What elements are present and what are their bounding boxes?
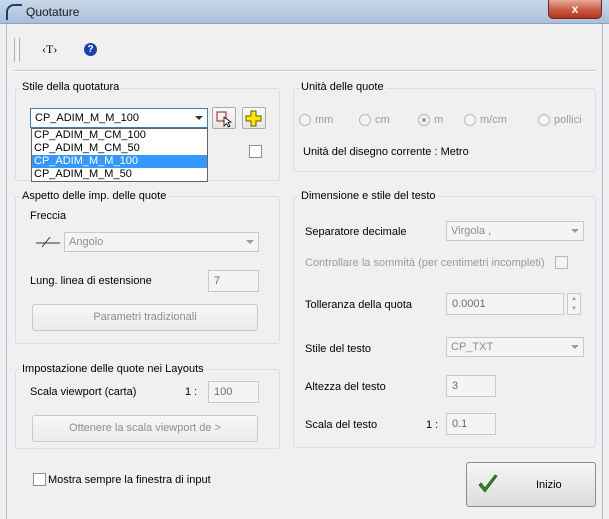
- lung-input[interactable]: 7: [208, 270, 259, 292]
- radio-pollici[interactable]: [538, 114, 550, 126]
- parametri-button[interactable]: Parametri tradizionali: [32, 304, 258, 331]
- scala-viewport-prefix: 1 :: [185, 386, 198, 398]
- toolbar-grip[interactable]: [14, 38, 18, 62]
- tolleranza-label: Tolleranza della quota: [305, 299, 413, 311]
- altezza-label: Altezza del testo: [305, 381, 386, 393]
- radio-cm-label: cm: [375, 114, 390, 126]
- chevron-down-icon: [246, 240, 254, 244]
- checkmark-icon: [478, 474, 498, 493]
- add-style-button[interactable]: [242, 107, 266, 129]
- radio-m-cm-label: m/cm: [480, 114, 507, 126]
- unita-group-title: Unità delle quote: [299, 81, 386, 93]
- stile-option[interactable]: CP_ADIM_M_M_50: [32, 168, 207, 181]
- lung-label: Lung. linea di estensione: [30, 275, 152, 287]
- stile-option[interactable]: CP_ADIM_M_CM_100: [32, 129, 207, 142]
- radio-cm[interactable]: [359, 114, 371, 126]
- unita-group: [293, 88, 596, 172]
- close-button[interactable]: x: [548, 0, 602, 19]
- spin-up-icon[interactable]: ▲: [568, 294, 580, 304]
- radio-m[interactable]: [418, 114, 430, 126]
- mostra-label: Mostra sempre la finestra di input: [48, 474, 211, 486]
- chevron-down-icon: [195, 116, 203, 120]
- altezza-input[interactable]: 3: [446, 375, 496, 397]
- scala-testo-label: Scala del testo: [305, 419, 378, 431]
- stile-testo-combo[interactable]: CP_TXT: [446, 337, 584, 357]
- controllare-label: Controllare la sommità (per centimetri i…: [305, 257, 545, 269]
- radio-mm-label: mm: [315, 114, 334, 126]
- stile-option-selected[interactable]: CP_ADIM_M_M_100: [32, 155, 207, 168]
- stile-option-checkbox[interactable]: [249, 145, 262, 158]
- stile-testo-combo-value: CP_TXT: [451, 341, 494, 353]
- stile-combo-value: CP_ADIM_M_M_100: [35, 112, 139, 124]
- radio-m-label: m: [434, 114, 444, 126]
- stile-option[interactable]: CP_ADIM_M_CM_50: [32, 142, 207, 155]
- title-bar: Quotature x: [0, 0, 609, 24]
- inizio-button[interactable]: Inizio: [466, 462, 596, 507]
- stile-dropdown-list: CP_ADIM_M_CM_100 CP_ADIM_M_CM_50 CP_ADIM…: [31, 128, 208, 182]
- stile-combo[interactable]: CP_ADIM_M_M_100: [30, 108, 208, 128]
- app-icon: [6, 4, 22, 20]
- unita-corrente-text: Unità del disegno corrente : Metro: [303, 146, 469, 158]
- layouts-group-title: Impostazione delle quote nei Layouts: [20, 363, 206, 375]
- inizio-label: Inizio: [536, 479, 562, 491]
- plus-icon: [245, 110, 262, 127]
- select-style-button[interactable]: [212, 107, 236, 129]
- arrow-type-icon: [36, 236, 60, 248]
- scala-testo-input[interactable]: 0.1: [446, 413, 496, 435]
- dimensione-group-title: Dimensione e stile del testo: [299, 190, 438, 202]
- scala-testo-prefix: 1 :: [426, 419, 439, 431]
- stile-group-title: Stile della quotatura: [20, 81, 122, 93]
- tolleranza-input[interactable]: 0.0001: [446, 293, 564, 315]
- radio-pollici-label: pollici: [554, 114, 582, 126]
- mostra-checkbox[interactable]: [33, 473, 46, 486]
- window-title: Quotature: [26, 5, 80, 19]
- scala-viewport-input[interactable]: 100: [208, 381, 259, 403]
- ottenere-scala-button[interactable]: Ottenere la scala viewport de >: [32, 415, 258, 442]
- chevron-down-icon: [571, 345, 579, 349]
- controllare-checkbox[interactable]: [555, 256, 568, 269]
- radio-mm[interactable]: [299, 114, 311, 126]
- help-icon[interactable]: ?: [84, 43, 97, 56]
- aspetto-group-title: Aspetto delle imp. delle quote: [20, 190, 169, 202]
- separatore-combo[interactable]: Virgola ,: [446, 221, 584, 241]
- radio-m-cm[interactable]: [464, 114, 476, 126]
- freccia-combo-value: Angolo: [69, 236, 104, 248]
- freccia-combo[interactable]: Angolo: [64, 232, 259, 252]
- pick-cursor-icon: [216, 111, 233, 128]
- separatore-label: Separatore decimale: [305, 226, 407, 238]
- tolleranza-spinner[interactable]: ▲ ▼: [567, 293, 581, 315]
- stile-testo-label: Stile del testo: [305, 343, 372, 355]
- text-tag-button[interactable]: ‹T›: [42, 42, 57, 57]
- toolbar-grip-line: [19, 38, 21, 62]
- spin-down-icon[interactable]: ▼: [568, 304, 580, 314]
- scala-viewport-label: Scala viewport (carta): [30, 386, 137, 398]
- chevron-down-icon: [571, 229, 579, 233]
- toolbar-separator: [14, 70, 596, 72]
- freccia-label: Freccia: [30, 210, 67, 222]
- separatore-combo-value: Virgola ,: [451, 225, 492, 237]
